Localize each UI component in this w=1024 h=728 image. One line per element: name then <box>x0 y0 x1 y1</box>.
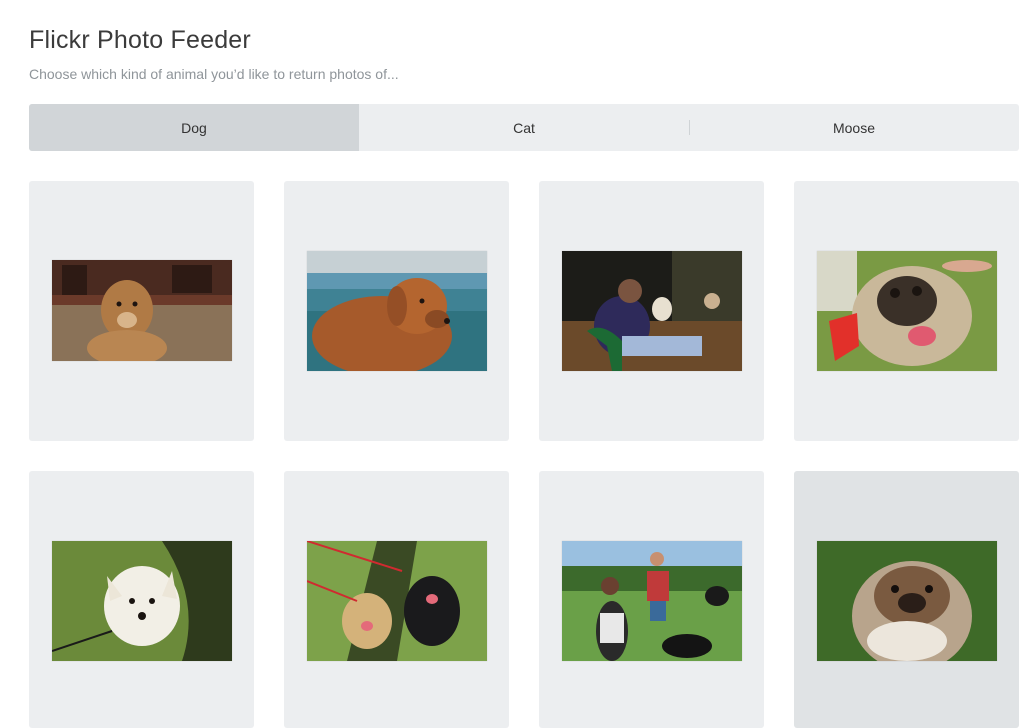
tab-divider <box>689 120 690 135</box>
animal-tab-bar: Dog Cat Moose <box>29 104 1019 151</box>
tab-label: Dog <box>181 119 207 136</box>
photo-card[interactable] <box>29 181 254 441</box>
dog-photo[interactable] <box>817 251 997 371</box>
tab-dog[interactable]: Dog <box>29 104 359 151</box>
tab-moose[interactable]: Moose <box>689 104 1019 151</box>
dog-photo[interactable] <box>562 251 742 371</box>
photo-card[interactable] <box>794 471 1019 728</box>
dog-photo[interactable] <box>52 260 232 361</box>
photo-card[interactable] <box>29 471 254 728</box>
photo-card[interactable] <box>284 471 509 728</box>
dog-photo[interactable] <box>562 541 742 661</box>
dog-photo[interactable] <box>307 541 487 661</box>
dog-photo[interactable] <box>817 541 997 661</box>
dog-photo[interactable] <box>52 541 232 661</box>
photo-card[interactable] <box>794 181 1019 441</box>
tab-cat[interactable]: Cat <box>359 104 689 151</box>
page-subtitle: Choose which kind of animal you’d like t… <box>29 66 399 82</box>
page-title: Flickr Photo Feeder <box>29 26 251 54</box>
tab-label: Cat <box>513 119 535 136</box>
tab-label: Moose <box>832 119 876 136</box>
dog-photo[interactable] <box>307 251 487 371</box>
photo-card[interactable] <box>539 471 764 728</box>
photo-grid <box>29 181 1019 728</box>
photo-card[interactable] <box>284 181 509 441</box>
photo-card[interactable] <box>539 181 764 441</box>
